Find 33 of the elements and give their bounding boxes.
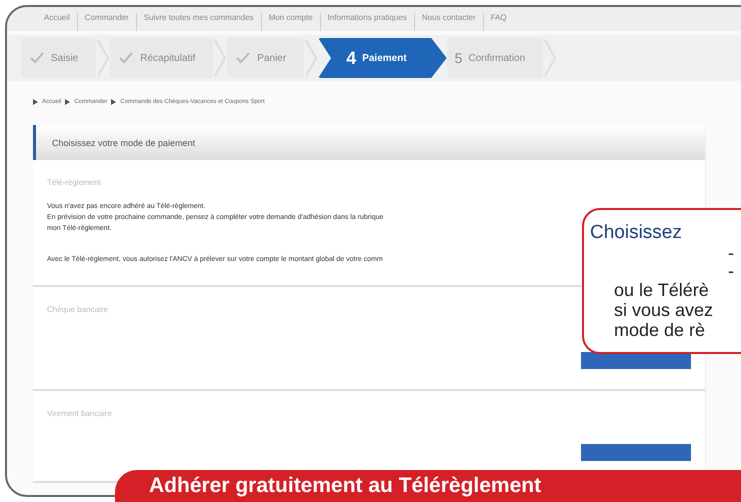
step-label: Saisie [51,52,78,64]
section-title: Virement bancaire [47,409,112,418]
callout-text: si vous avez [614,300,714,320]
step-number: 5 [454,50,462,66]
nav-link[interactable]: Mon compte [260,13,320,31]
callout-bullet: - [728,261,734,281]
panel-header: Choisissez votre mode de paiement [33,125,705,160]
check-icon [29,51,45,65]
check-icon [118,51,134,65]
nav-link[interactable]: Commander [76,13,136,31]
callout-bullet: - [728,243,734,263]
nav-link[interactable]: Informations pratiques [320,13,414,31]
section-title: Télé-règlement [47,178,101,187]
step-label: Récapitulatif [140,52,196,64]
step-number: 4 [346,48,356,68]
nav-link[interactable]: Suivre toutes mes commandes [136,13,261,31]
section-title: Chèque bancaire [47,305,108,314]
arrow-icon [111,99,116,105]
select-button[interactable] [581,352,691,369]
step-label: Paiement [362,52,407,64]
nav-link[interactable]: FAQ [482,13,514,31]
step-label: Confirmation [468,52,526,64]
nav-link[interactable]: Nous contacter [414,13,483,31]
callout-title: Choisissez [590,222,682,244]
check-icon [235,51,252,65]
step-label: Panier [257,52,286,64]
arrow-icon [65,99,70,105]
nav-link[interactable]: Accueil [37,13,77,31]
cta-banner[interactable]: Adhérer gratuitement au Télérèglement [115,470,741,502]
select-button[interactable] [581,444,691,461]
callout-text: ou le Télérè [614,280,709,300]
callout-text: mode de rè [614,320,706,340]
arrow-icon [33,99,38,105]
